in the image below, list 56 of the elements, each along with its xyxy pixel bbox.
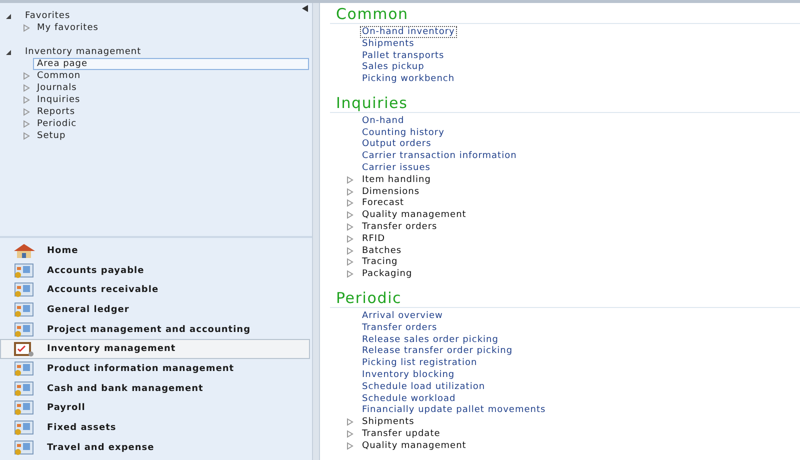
link[interactable]: Schedule workload	[360, 392, 458, 405]
tree-item[interactable]: Inventory management	[25, 47, 142, 57]
section-heading: Inquiries	[330, 94, 800, 113]
module-item[interactable]: Product information management	[0, 359, 310, 379]
module-item[interactable]: Cash and bank management	[0, 378, 310, 398]
module-item[interactable]: Payroll	[0, 398, 310, 418]
module-item[interactable]: General ledger	[0, 300, 310, 320]
link[interactable]: Inventory blocking	[360, 369, 457, 382]
collapse-icon[interactable]	[302, 5, 308, 12]
tree-item[interactable]: Common	[33, 70, 309, 82]
link[interactable]: On-hand inventory	[360, 26, 457, 38]
group-item[interactable]: Quality management	[360, 209, 468, 222]
module-item[interactable]: Project management and accounting	[0, 320, 310, 340]
tree-item[interactable]: Journals	[33, 82, 309, 94]
group-item[interactable]: Packaging	[360, 268, 414, 280]
group-item[interactable]: Item handling	[360, 174, 433, 186]
link[interactable]: Counting history	[360, 126, 446, 139]
module-item[interactable]: Home	[0, 241, 310, 261]
section-heading: Periodic	[330, 290, 800, 308]
group-item[interactable]: Forecast	[360, 197, 406, 210]
link[interactable]: Picking workbench	[360, 73, 457, 86]
link[interactable]: Pallet transports	[360, 50, 446, 62]
tree-item[interactable]: My favorites	[33, 22, 309, 34]
group-item[interactable]: Quality management	[360, 440, 468, 452]
group-item[interactable]: Batches	[360, 244, 404, 257]
module-item[interactable]: Travel and expense	[0, 438, 310, 458]
link[interactable]: Release sales order picking	[360, 334, 500, 346]
link[interactable]: Carrier transaction information	[360, 150, 519, 162]
link[interactable]: Sales pickup	[360, 61, 426, 74]
tree-item[interactable]: Periodic	[33, 118, 309, 130]
group-item[interactable]: Tracing	[360, 256, 400, 268]
link[interactable]: On-hand	[360, 114, 406, 127]
link[interactable]: Output orders	[360, 138, 434, 150]
group-item[interactable]: RFID	[360, 232, 388, 245]
group-item[interactable]: Transfer update	[360, 428, 442, 440]
link[interactable]: Schedule load utilization	[360, 380, 488, 393]
link[interactable]: Arrival overview	[360, 310, 445, 322]
group-item[interactable]: Shipments	[360, 416, 416, 428]
link[interactable]: Shipments	[360, 38, 416, 50]
module-item[interactable]: Fixed assets	[0, 418, 310, 438]
link[interactable]: Carrier issues	[360, 162, 432, 174]
group-item[interactable]: Transfer orders	[360, 221, 440, 234]
tree-item[interactable]: Area page	[33, 58, 309, 70]
tree-item[interactable]: Reports	[33, 106, 309, 118]
tree-item[interactable]: Setup	[33, 130, 309, 142]
tree-item[interactable]: Favorites	[25, 11, 70, 21]
link[interactable]: Financially update pallet movements	[360, 404, 548, 416]
module-item[interactable]: Accounts payable	[0, 260, 310, 280]
link[interactable]: Release transfer order picking	[360, 345, 515, 358]
link[interactable]: Transfer orders	[360, 322, 440, 334]
tree-item[interactable]: Inquiries	[33, 94, 309, 106]
group-item[interactable]: Dimensions	[360, 186, 422, 198]
section-heading: Common	[330, 6, 800, 24]
module-item[interactable]: Inventory management	[0, 339, 310, 360]
module-item[interactable]: Accounts receivable	[0, 280, 310, 300]
link[interactable]: Picking list registration	[360, 357, 480, 370]
